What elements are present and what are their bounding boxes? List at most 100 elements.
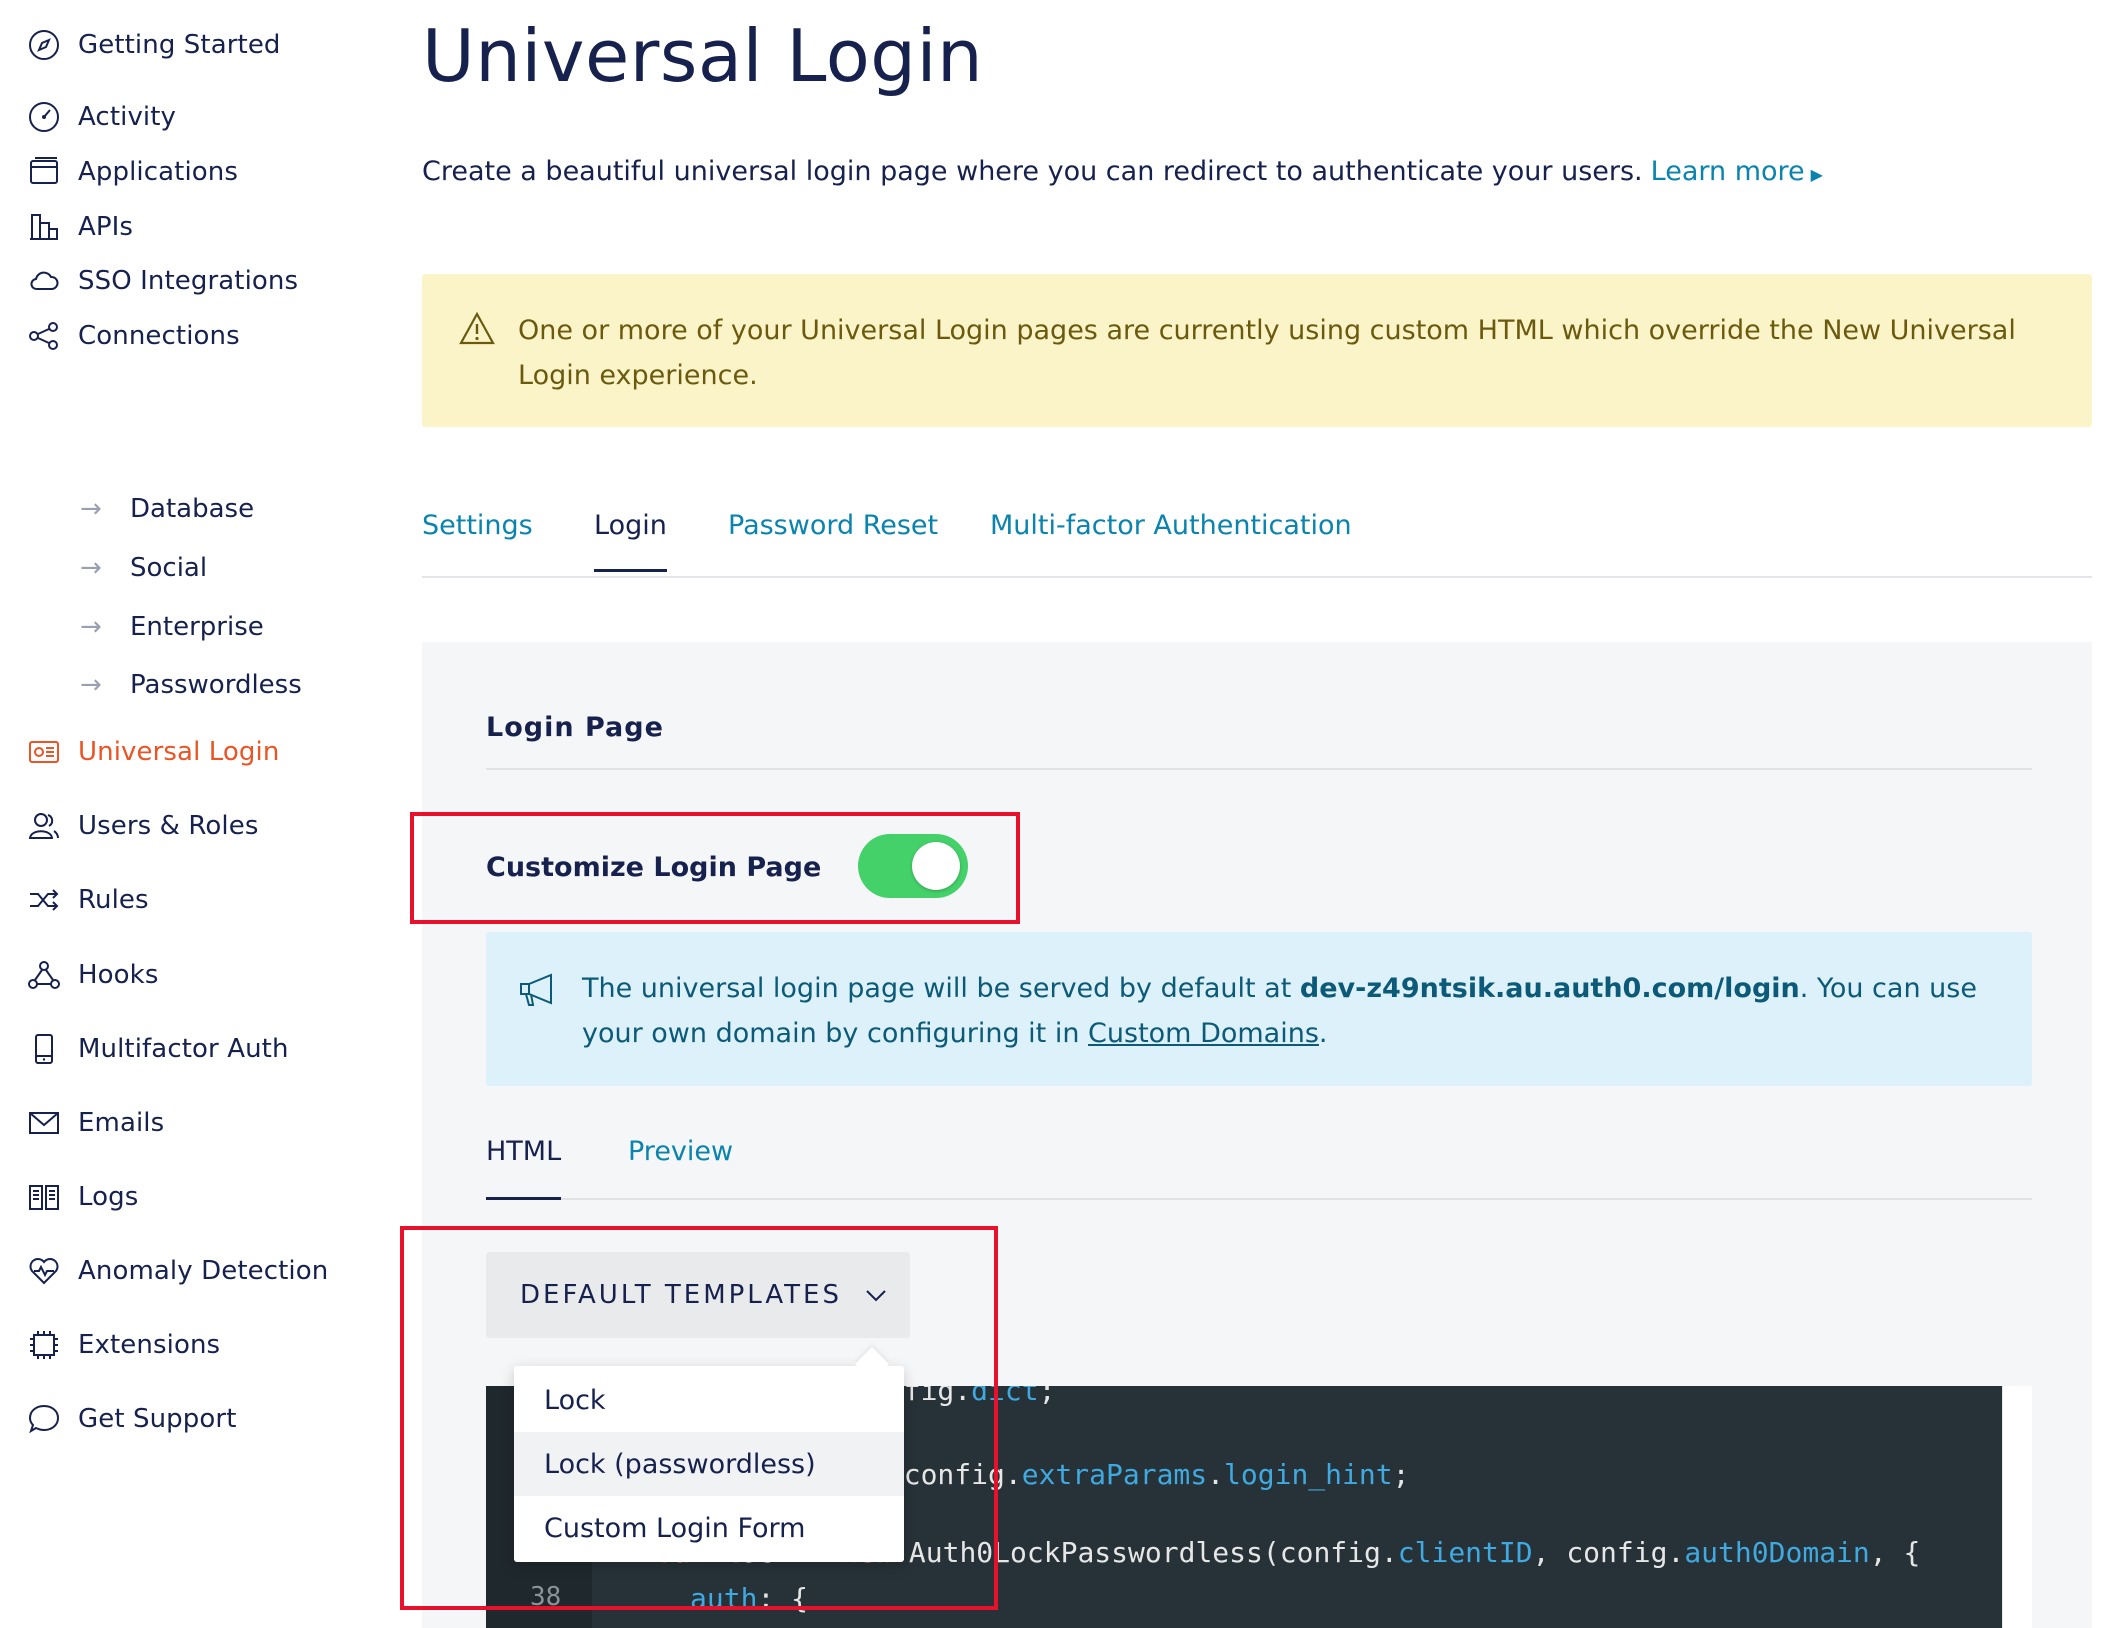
customize-login-label: Customize Login Page xyxy=(486,852,822,883)
window-icon xyxy=(26,154,62,190)
sidebar-item-activity[interactable]: Activity xyxy=(26,92,176,142)
phone-icon xyxy=(26,1031,62,1067)
warning-text: One or more of your Universal Login page… xyxy=(518,315,2016,391)
warning-icon xyxy=(459,311,495,345)
tab-password-reset[interactable]: Password Reset xyxy=(728,510,938,569)
sidebar-item-hooks[interactable]: Hooks xyxy=(26,950,158,1000)
learn-more-link[interactable]: Learn more xyxy=(1651,156,1805,187)
sidebar-item-anomaly-detection[interactable]: Anomaly Detection xyxy=(26,1246,328,1296)
sidebar-item-connections[interactable]: Connections xyxy=(26,311,240,361)
sidebar-item-label: Anomaly Detection xyxy=(78,1256,329,1286)
sidebar-item-universal-login[interactable]: Universal Login xyxy=(26,727,279,777)
arrow-right-icon: → xyxy=(80,553,102,583)
tab-multi-factor-authentication[interactable]: Multi-factor Authentication xyxy=(990,510,1352,569)
tab-bar: Settings Login Password Reset Multi-fact… xyxy=(422,500,2092,578)
hook-icon xyxy=(26,957,62,993)
arrow-right-icon: → xyxy=(80,494,102,524)
editor-tab-bar: HTML Preview xyxy=(486,1122,2032,1200)
users-icon xyxy=(26,808,62,844)
sidebar-item-label: Multifactor Auth xyxy=(78,1034,289,1064)
sidebar-item-label: Logs xyxy=(78,1182,139,1212)
sidebar-subitem-label: Database xyxy=(130,494,255,524)
sidebar-item-multifactor-auth[interactable]: Multifactor Auth xyxy=(26,1024,289,1074)
chevron-down-icon xyxy=(866,1290,886,1302)
sidebar-item-label: Hooks xyxy=(78,960,159,990)
code-line: auth: { xyxy=(690,1582,809,1615)
tab-login[interactable]: Login xyxy=(594,510,667,572)
sidebar: Getting Started Activity Applications AP… xyxy=(0,0,400,1628)
sidebar-item-label: SSO Integrations xyxy=(78,266,299,296)
custom-domains-link[interactable]: Custom Domains xyxy=(1088,1018,1319,1049)
page-title: Universal Login xyxy=(422,14,984,98)
dropdown-label: DEFAULT TEMPLATES xyxy=(520,1280,842,1310)
arrow-right-icon: → xyxy=(80,612,102,642)
section-title: Login Page xyxy=(486,712,664,743)
page-intro: Create a beautiful universal login page … xyxy=(422,156,1823,187)
tab-html[interactable]: HTML xyxy=(486,1136,562,1200)
sidebar-subitem-label: Enterprise xyxy=(130,612,264,642)
sidebar-subitem-label: Social xyxy=(130,553,208,583)
sidebar-item-emails[interactable]: Emails xyxy=(26,1098,164,1148)
menu-item-lock-passwordless[interactable]: Lock (passwordless) xyxy=(514,1432,904,1496)
sidebar-item-get-support[interactable]: Get Support xyxy=(26,1394,236,1444)
menu-item-lock[interactable]: Lock xyxy=(514,1368,904,1432)
heart-pulse-icon xyxy=(26,1253,62,1289)
sidebar-subitem-passwordless[interactable]: → Passwordless xyxy=(80,663,302,707)
sidebar-item-label: Applications xyxy=(78,157,239,187)
menu-item-custom-login-form[interactable]: Custom Login Form xyxy=(514,1496,904,1560)
sidebar-item-label: Rules xyxy=(78,885,149,915)
cloud-icon xyxy=(26,263,62,299)
sidebar-item-label: Activity xyxy=(78,102,177,132)
arrow-right-icon: → xyxy=(80,670,102,700)
sidebar-subitem-enterprise[interactable]: → Enterprise xyxy=(80,605,264,649)
info-prefix: The universal login page will be served … xyxy=(582,973,1292,1004)
gauge-icon xyxy=(26,99,62,135)
info-suffix: . xyxy=(1318,1018,1328,1049)
sidebar-item-label: APIs xyxy=(78,212,134,242)
sidebar-item-label: Universal Login xyxy=(78,737,280,767)
shuffle-icon xyxy=(26,882,62,918)
sidebar-item-label: Emails xyxy=(78,1108,165,1138)
divider xyxy=(486,768,2032,770)
sidebar-item-sso-integrations[interactable]: SSO Integrations xyxy=(26,256,298,306)
code-scroll-edge xyxy=(2002,1386,2032,1628)
chip-icon xyxy=(26,1327,62,1363)
login-box-icon xyxy=(26,734,62,770)
info-text: The universal login page will be served … xyxy=(582,966,2002,1056)
sidebar-item-label: Extensions xyxy=(78,1330,221,1360)
book-icon xyxy=(26,1179,62,1215)
intro-text: Create a beautiful universal login page … xyxy=(422,156,1643,187)
sidebar-subitem-database[interactable]: → Database xyxy=(80,487,254,531)
templates-menu: Lock Lock (passwordless) Custom Login Fo… xyxy=(514,1366,904,1562)
default-templates-dropdown[interactable]: DEFAULT TEMPLATES xyxy=(486,1252,910,1338)
sidebar-item-label: Get Support xyxy=(78,1404,237,1434)
tab-preview[interactable]: Preview xyxy=(628,1136,733,1197)
sidebar-item-getting-started[interactable]: Getting Started xyxy=(26,20,281,70)
sidebar-item-extensions[interactable]: Extensions xyxy=(26,1320,220,1370)
sidebar-item-apis[interactable]: APIs xyxy=(26,202,133,252)
sidebar-item-logs[interactable]: Logs xyxy=(26,1172,138,1222)
sidebar-item-applications[interactable]: Applications xyxy=(26,147,238,197)
info-banner: The universal login page will be served … xyxy=(486,932,2032,1086)
play-triangle-icon: ▶ xyxy=(1810,165,1823,184)
sidebar-item-label: Getting Started xyxy=(78,30,281,60)
sidebar-subitem-label: Passwordless xyxy=(130,670,302,700)
tab-settings[interactable]: Settings xyxy=(422,510,533,569)
code-line: = config.extraParams.login_hint; xyxy=(870,1458,1410,1491)
customize-login-toggle[interactable] xyxy=(858,834,968,898)
megaphone-icon xyxy=(520,973,552,1006)
share-icon xyxy=(26,318,62,354)
toggle-knob xyxy=(912,842,960,890)
sidebar-item-label: Connections xyxy=(78,321,240,351)
sidebar-item-rules[interactable]: Rules xyxy=(26,875,149,925)
login-domain: dev-z49ntsik.au.auth0.com/login xyxy=(1299,973,1800,1004)
sidebar-item-users-roles[interactable]: Users & Roles xyxy=(26,801,258,851)
building-icon xyxy=(26,209,62,245)
sidebar-item-label: Users & Roles xyxy=(78,811,259,841)
sidebar-subitem-social[interactable]: → Social xyxy=(80,546,207,590)
line-number: 38 xyxy=(530,1582,562,1612)
warning-banner: One or more of your Universal Login page… xyxy=(422,274,2092,427)
compass-icon xyxy=(26,27,62,63)
chat-bubble-icon xyxy=(26,1401,62,1437)
mail-icon xyxy=(26,1105,62,1141)
